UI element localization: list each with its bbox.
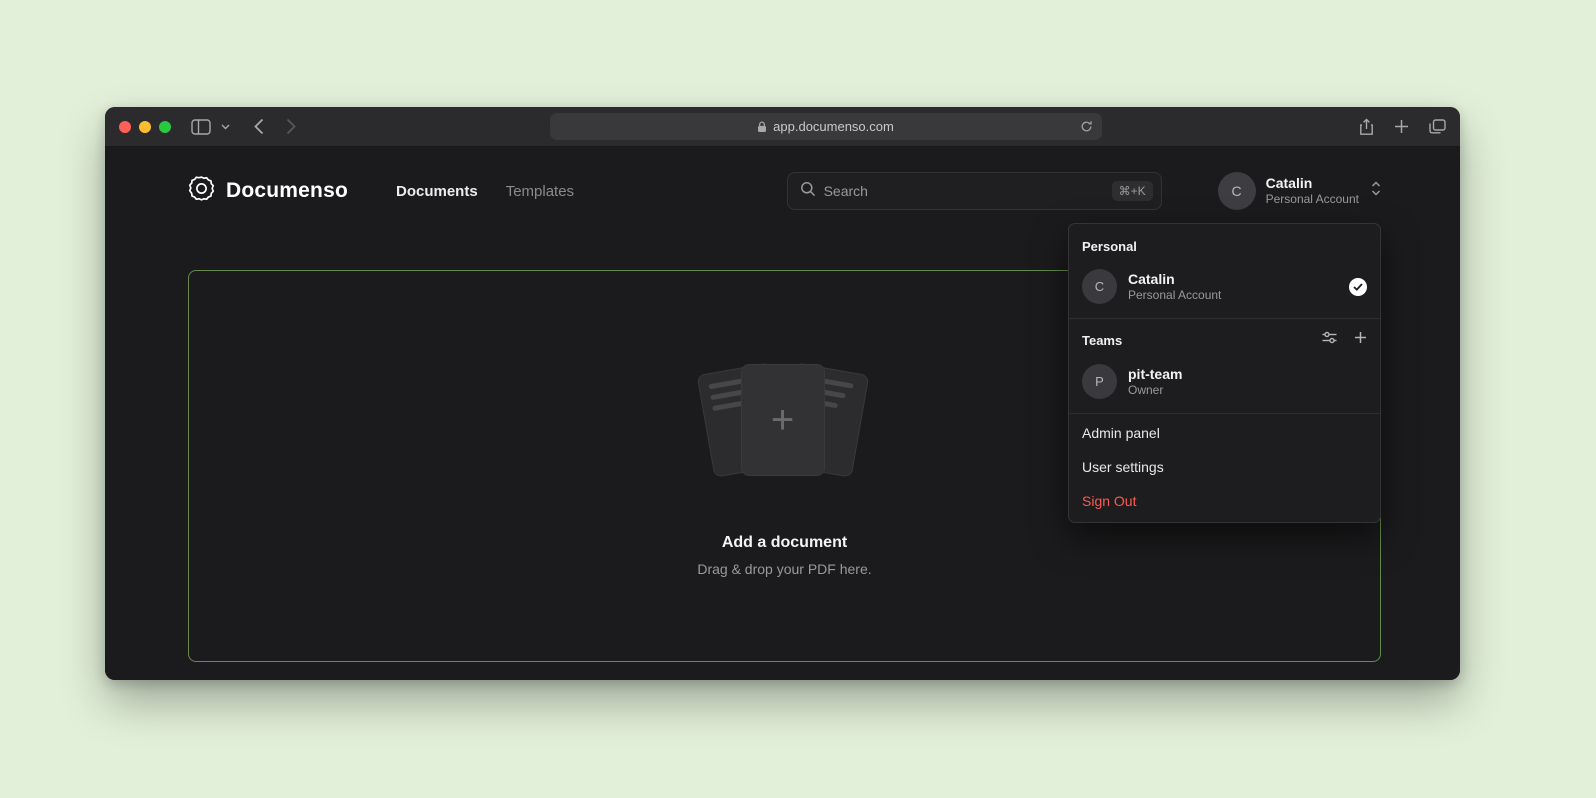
menu-divider xyxy=(1069,318,1380,319)
brand-name: Documenso xyxy=(226,179,348,203)
nav-documents[interactable]: Documents xyxy=(396,183,478,200)
menu-item-sign-out[interactable]: Sign Out xyxy=(1069,484,1380,518)
share-icon[interactable] xyxy=(1359,118,1374,136)
add-team-icon[interactable] xyxy=(1354,331,1367,349)
account-type: Personal Account xyxy=(1266,192,1359,207)
selected-check-icon xyxy=(1349,278,1367,296)
personal-section-label: Personal xyxy=(1069,230,1380,261)
stacked-documents-icon: + xyxy=(675,356,895,506)
teams-section-label: Teams xyxy=(1082,333,1322,348)
search-box[interactable]: ⌘+K xyxy=(787,172,1162,210)
account-name: Catalin xyxy=(1266,175,1359,193)
traffic-light-minimize[interactable] xyxy=(139,121,151,133)
documenso-page: Documenso Documents Templates ⌘+K C Cata… xyxy=(105,147,1460,680)
url-text: app.documenso.com xyxy=(773,119,894,134)
personal-account-item[interactable]: C Catalin Personal Account xyxy=(1069,261,1380,316)
personal-account-type: Personal Account xyxy=(1128,288,1338,304)
account-menu-trigger[interactable]: C Catalin Personal Account xyxy=(1218,172,1381,210)
browser-toolbar: app.documenso.com xyxy=(105,107,1460,147)
lock-icon xyxy=(757,121,767,133)
brand[interactable]: Documenso xyxy=(188,175,348,207)
account-avatar: C xyxy=(1218,172,1256,210)
back-button-icon[interactable] xyxy=(254,118,264,135)
menu-item-user-settings[interactable]: User settings xyxy=(1069,450,1380,484)
nav-templates[interactable]: Templates xyxy=(506,183,574,200)
sidebar-toggle-icon[interactable] xyxy=(191,119,211,135)
search-icon xyxy=(800,181,816,202)
team-role: Owner xyxy=(1128,383,1367,399)
documenso-logo-icon xyxy=(188,175,215,207)
browser-window: app.documenso.com Documenso xyxy=(105,107,1460,680)
dropzone-subtitle: Drag & drop your PDF here. xyxy=(697,561,871,577)
plus-icon: + xyxy=(771,400,794,440)
dropzone-title: Add a document xyxy=(722,534,847,552)
sidebar-chevron-down-icon[interactable] xyxy=(221,124,230,130)
search-input[interactable] xyxy=(824,183,1104,199)
address-bar[interactable]: app.documenso.com xyxy=(550,113,1102,140)
app-header: Documenso Documents Templates ⌘+K C Cata… xyxy=(105,147,1460,235)
window-controls xyxy=(119,121,171,133)
reload-icon[interactable] xyxy=(1080,120,1093,133)
menu-item-admin-panel[interactable]: Admin panel xyxy=(1069,416,1380,450)
team-item[interactable]: P pit-team Owner xyxy=(1069,356,1380,411)
personal-account-avatar: C xyxy=(1082,269,1117,304)
account-dropdown: Personal C Catalin Personal Account Team… xyxy=(1068,223,1381,523)
manage-teams-icon[interactable] xyxy=(1322,331,1337,349)
menu-divider xyxy=(1069,413,1380,414)
personal-account-name: Catalin xyxy=(1128,270,1338,288)
team-avatar: P xyxy=(1082,364,1117,399)
search-shortcut-badge: ⌘+K xyxy=(1112,181,1153,201)
team-name: pit-team xyxy=(1128,365,1367,383)
chevron-up-down-icon xyxy=(1371,181,1381,201)
traffic-light-close[interactable] xyxy=(119,121,131,133)
main-nav: Documents Templates xyxy=(396,183,574,200)
forward-button-icon[interactable] xyxy=(286,118,296,135)
new-tab-icon[interactable] xyxy=(1394,118,1409,136)
teams-section-header: Teams xyxy=(1069,321,1380,356)
traffic-light-zoom[interactable] xyxy=(159,121,171,133)
tab-overview-icon[interactable] xyxy=(1429,118,1446,136)
